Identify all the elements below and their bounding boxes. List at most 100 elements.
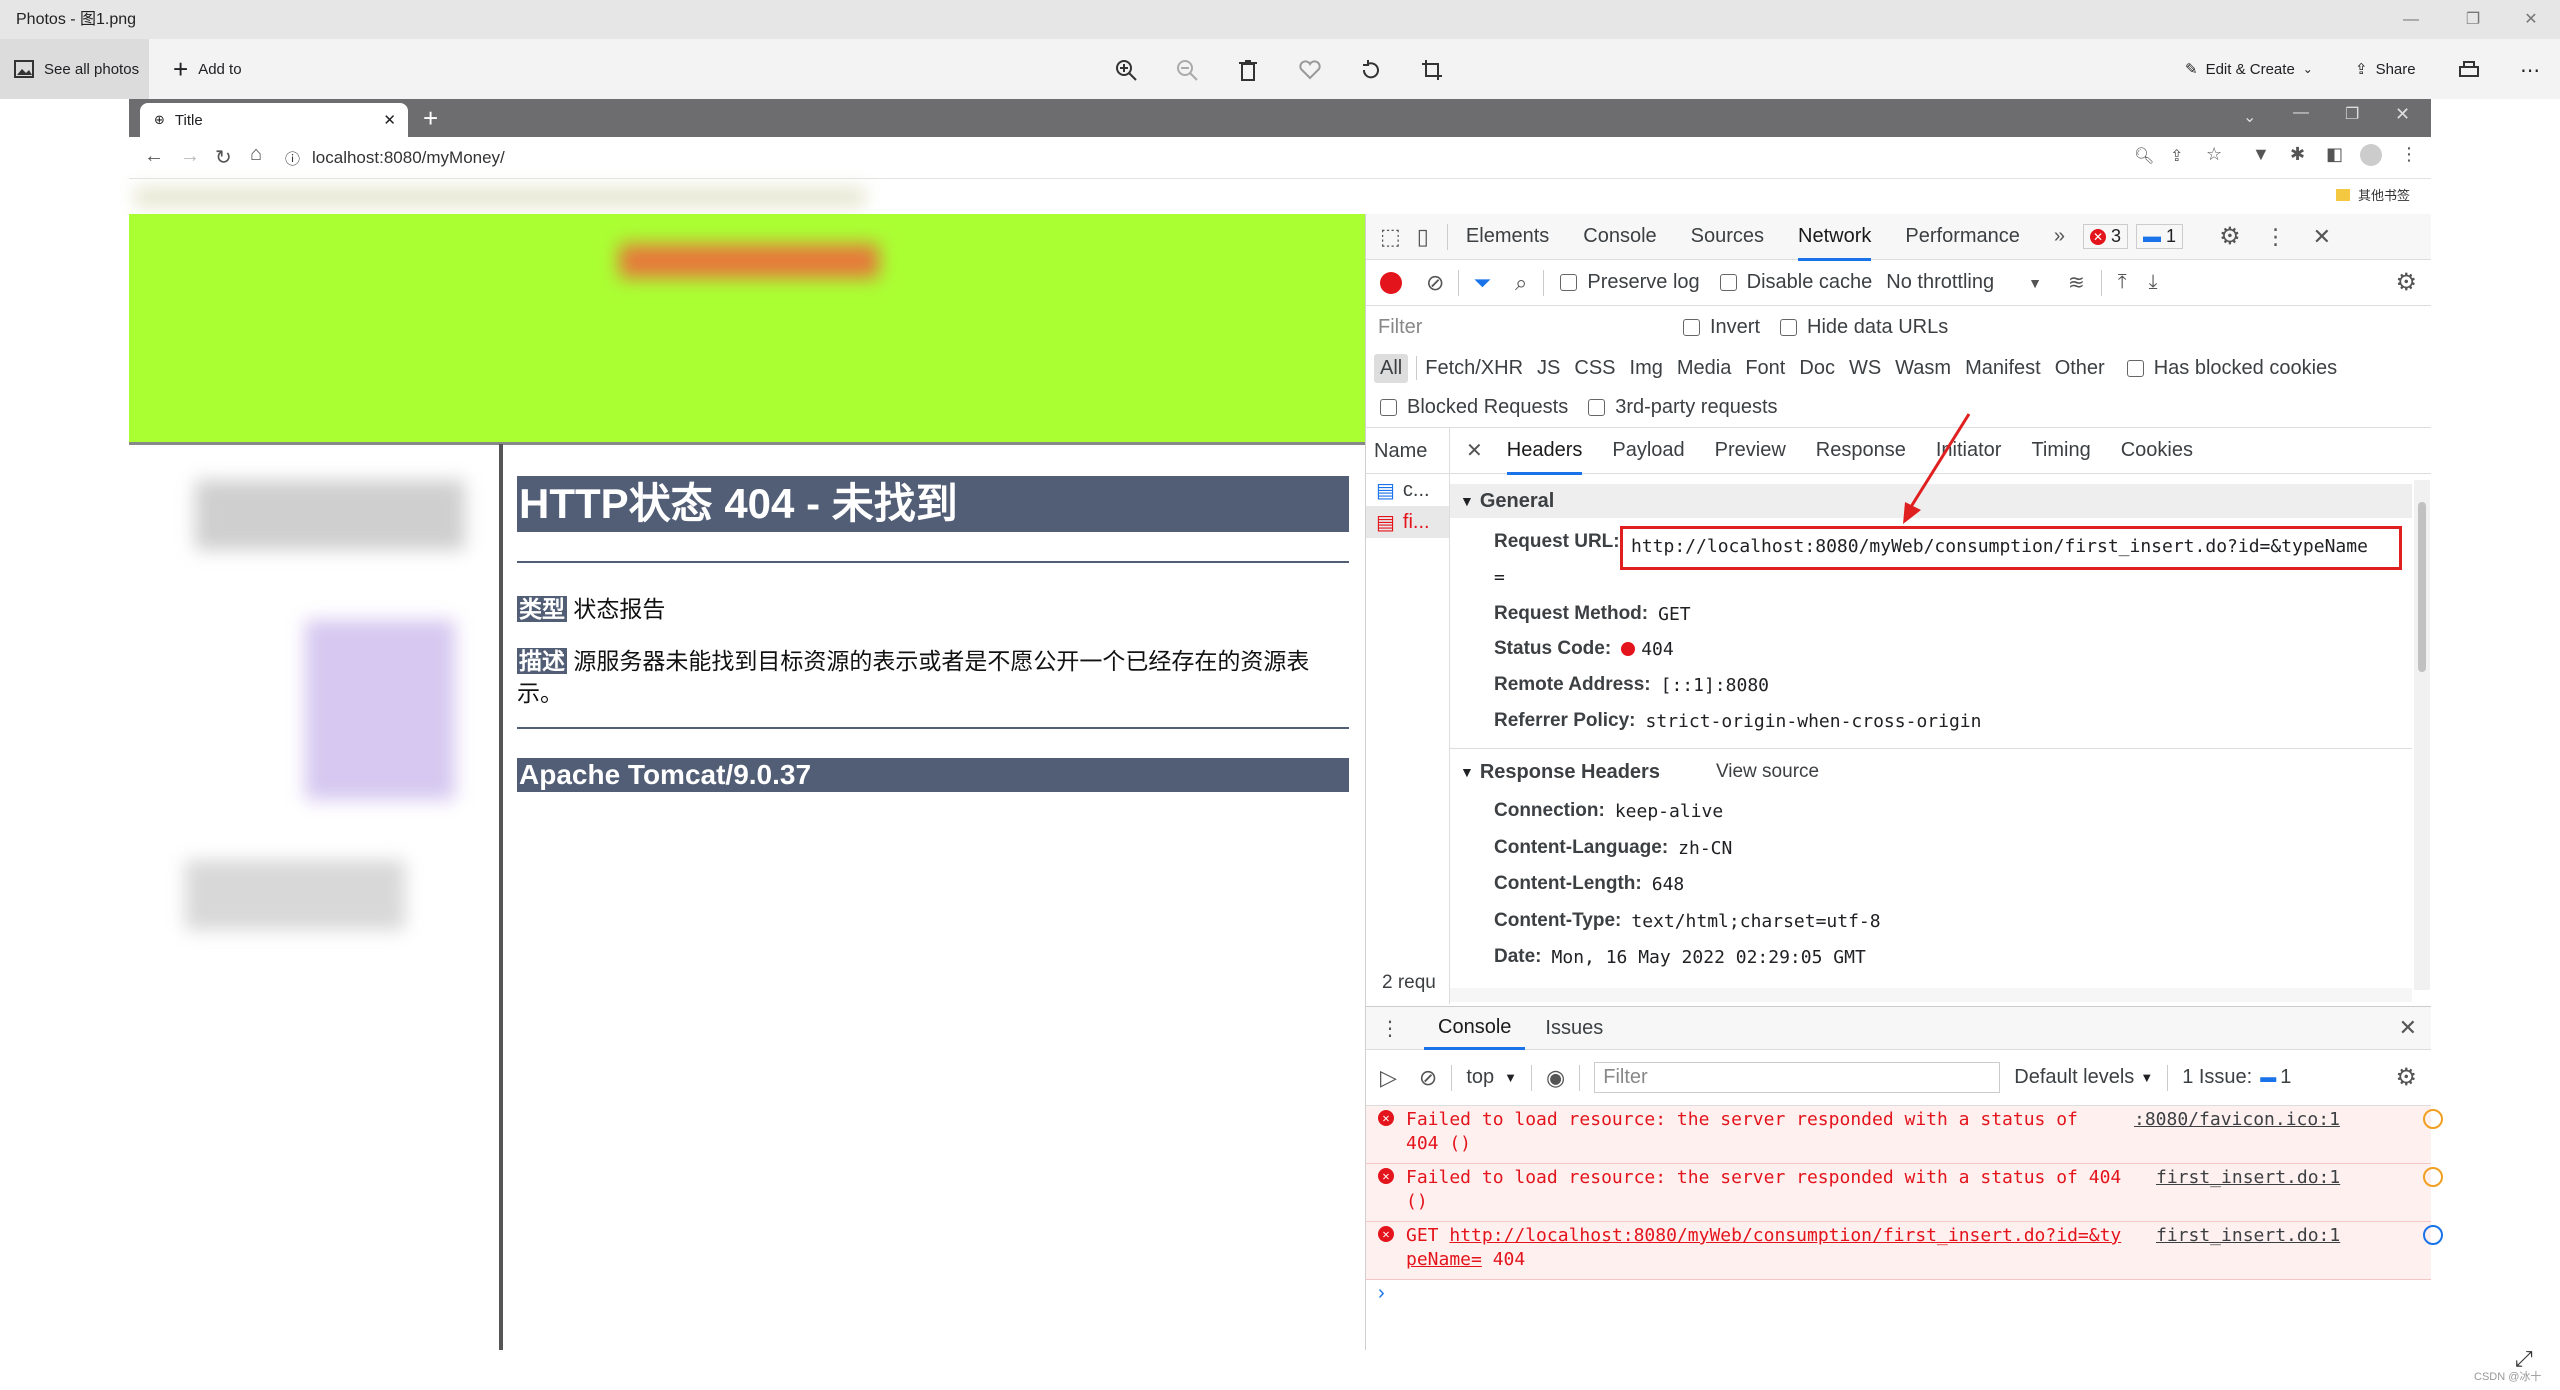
close-window-button[interactable]: ✕ [2500, 0, 2560, 39]
devtools-menu-icon[interactable]: ⋮ [2265, 224, 2287, 250]
back-icon[interactable]: ← [144, 145, 164, 168]
type-filter-all[interactable]: All [1374, 353, 1409, 383]
type-filter-ws[interactable]: WS [1849, 357, 1881, 380]
message-counter[interactable]: ▬ 1 [2136, 224, 2184, 249]
disable-cache-checkbox[interactable] [1719, 274, 1737, 291]
error-counter[interactable]: ✕ 3 [2083, 224, 2129, 249]
type-filter-wasm[interactable]: Wasm [1895, 357, 1951, 380]
type-filter-other[interactable]: Other [2055, 357, 2105, 380]
settings-icon[interactable]: ⚙ [2219, 222, 2241, 251]
context-select[interactable]: top [1466, 1066, 1494, 1089]
console-filter-input[interactable]: Filter [1594, 1062, 2001, 1093]
other-bookmarks[interactable]: 其他书签 [2336, 185, 2410, 204]
detail-tab-preview[interactable]: Preview [1715, 439, 1786, 462]
download-har-icon[interactable]: ⤓ [2149, 271, 2158, 294]
type-filter-img[interactable]: Img [1630, 357, 1663, 380]
browser-close-icon[interactable]: ✕ [2395, 104, 2410, 125]
maximize-button[interactable]: ❐ [2442, 0, 2504, 39]
see-all-photos-button[interactable]: See all photos [0, 39, 149, 99]
search-icon[interactable]: ⌕ [1515, 270, 1527, 296]
issues-counter-label[interactable]: 1 Issue: [2182, 1066, 2252, 1089]
device-toolbar-icon[interactable]: ▯ [1417, 224, 1429, 250]
zoom-out-icon[interactable] [1173, 56, 1201, 84]
clear-icon[interactable]: ⊘ [1426, 270, 1444, 296]
crop-icon[interactable] [1418, 56, 1446, 84]
clear-console-icon[interactable]: ⊘ [1419, 1065, 1437, 1091]
close-detail-icon[interactable]: ✕ [1466, 438, 1483, 463]
extension-v-icon[interactable]: ▼ [2252, 144, 2270, 165]
source-link[interactable]: :8080/favicon.ico:1 [2134, 1109, 2340, 1130]
detail-tab-payload[interactable]: Payload [1612, 439, 1684, 462]
failed-url-continued[interactable]: peName= [1406, 1249, 1482, 1270]
inspect-icon[interactable]: ⬚ [1380, 224, 1401, 250]
request-row[interactable]: ▤ c... [1366, 474, 1449, 506]
side-panel-icon[interactable]: ◧ [2326, 144, 2343, 165]
preserve-log-checkbox[interactable] [1560, 274, 1578, 291]
has-blocked-cookies-checkbox[interactable] [2126, 359, 2144, 377]
type-filter-media[interactable]: Media [1677, 357, 1731, 380]
new-tab-button[interactable]: + [423, 103, 438, 134]
upload-har-icon[interactable]: ⤒ [2118, 271, 2127, 294]
forward-icon[interactable]: → [180, 145, 200, 168]
share-button[interactable]: ⇪ Share [2355, 39, 2416, 99]
name-column-header[interactable]: Name [1366, 428, 1449, 474]
browser-menu-icon[interactable]: ⋮ [2400, 144, 2418, 165]
more-tabs-icon[interactable]: » [2054, 225, 2065, 248]
filter-input[interactable]: Filter [1378, 316, 1643, 339]
extensions-icon[interactable]: ✱ [2290, 144, 2305, 165]
close-devtools-icon[interactable]: ✕ [2313, 224, 2331, 250]
sidebar-toggle-icon[interactable]: ▷ [1380, 1065, 1397, 1091]
type-filter-manifest[interactable]: Manifest [1965, 357, 2041, 380]
tab-close-icon[interactable]: ✕ [383, 111, 396, 129]
invert-checkbox[interactable] [1683, 318, 1700, 336]
log-levels-select[interactable]: Default levels [2014, 1066, 2134, 1089]
third-party-checkbox[interactable] [1588, 399, 1606, 416]
hide-data-urls-checkbox[interactable] [1780, 318, 1798, 336]
tab-performance[interactable]: Performance [1905, 225, 2020, 248]
browser-tab[interactable]: ⊕ Title ✕ [140, 103, 408, 137]
live-expression-icon[interactable]: ◉ [1546, 1065, 1565, 1091]
rotate-icon[interactable] [1357, 56, 1385, 84]
record-icon[interactable] [1380, 271, 1402, 294]
source-map-icon[interactable] [2423, 1109, 2443, 1129]
more-options-icon[interactable]: ⋯ [2516, 56, 2544, 84]
type-filter-xhr[interactable]: Fetch/XHR [1425, 357, 1523, 380]
minimize-button[interactable]: — [2380, 0, 2442, 39]
detail-tab-response[interactable]: Response [1816, 439, 1906, 462]
source-link[interactable]: first_insert.do:1 [2156, 1167, 2340, 1188]
type-filter-font[interactable]: Font [1745, 357, 1785, 380]
blocked-requests-checkbox[interactable] [1380, 399, 1397, 416]
filter-icon[interactable]: ⏷ [1473, 270, 1491, 296]
request-row[interactable]: ▤ fi... [1366, 506, 1449, 538]
tab-sources[interactable]: Sources [1691, 225, 1764, 248]
console-settings-icon[interactable]: ⚙ [2395, 1063, 2417, 1092]
type-filter-js[interactable]: JS [1537, 357, 1560, 380]
detail-tab-timing[interactable]: Timing [2031, 439, 2090, 462]
print-icon[interactable] [2455, 56, 2483, 84]
share-page-icon[interactable]: ⇪ [2170, 146, 2183, 166]
type-filter-css[interactable]: CSS [1574, 357, 1615, 380]
close-drawer-icon[interactable]: ✕ [2399, 1015, 2417, 1041]
url-field[interactable]: ⓘ localhost:8080/myMoney/ [285, 143, 2185, 173]
delete-icon[interactable] [1234, 56, 1262, 84]
add-to-button[interactable]: + Add to [163, 39, 242, 99]
drawer-menu-icon[interactable]: ⋮ [1380, 1016, 1400, 1041]
favorite-icon[interactable] [1296, 56, 1324, 84]
edit-create-button[interactable]: ✎ Edit & Create ⌄ [2185, 39, 2313, 99]
profile-avatar[interactable] [2360, 144, 2382, 166]
home-icon[interactable]: ⌂ [250, 143, 262, 166]
tab-console[interactable]: Console [1583, 225, 1656, 248]
tab-elements[interactable]: Elements [1466, 225, 1549, 248]
source-map-icon[interactable] [2423, 1167, 2443, 1187]
browser-maximize-icon[interactable]: ❐ [2345, 104, 2359, 124]
response-headers-section-header[interactable]: ▼ Response Headers View source [1450, 755, 2412, 789]
horizontal-scrollbar[interactable] [1450, 988, 2412, 1002]
browser-minimize-icon[interactable]: — [2293, 104, 2309, 122]
detail-tab-cookies[interactable]: Cookies [2121, 439, 2193, 462]
failed-url-link[interactable]: http://localhost:8080/myWeb/consumption/… [1449, 1225, 2121, 1246]
bookmark-star-icon[interactable]: ☆ [2206, 144, 2222, 165]
tab-network[interactable]: Network [1798, 225, 1872, 261]
throttling-select[interactable]: No throttling [1886, 271, 1994, 294]
type-filter-doc[interactable]: Doc [1799, 357, 1835, 380]
network-conditions-icon[interactable]: ≋ [2068, 270, 2085, 295]
